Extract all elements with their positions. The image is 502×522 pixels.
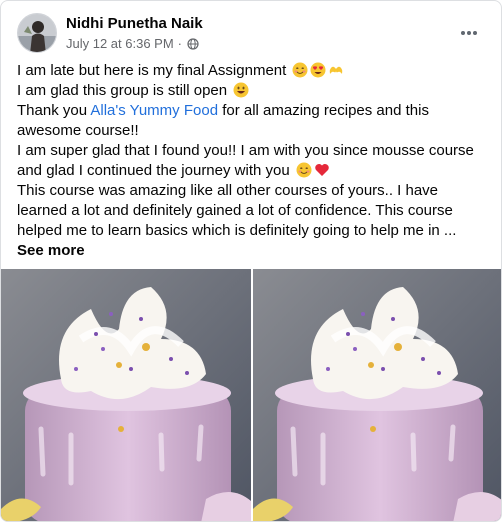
red-heart-icon: [315, 164, 329, 176]
thanks-line: Thank you Alla's Yummy Food for all amaz…: [17, 101, 489, 141]
meta-separator: ·: [177, 36, 183, 51]
post-line-text: I am late but here is my final Assignmen…: [17, 62, 287, 79]
heart-eyes-icon: [310, 62, 326, 78]
paragraph-2-text: I am super glad that I found you!! I am …: [17, 142, 474, 179]
post-timestamp[interactable]: July 12 at 6:36 PM: [66, 36, 174, 51]
post-line-text: I am glad this group is still open: [17, 82, 228, 99]
post-header: Nidhi Punetha Naik July 12 at 6:36 PM ·: [17, 13, 487, 55]
photo-grid: [1, 269, 501, 521]
globe-icon[interactable]: [187, 37, 199, 50]
heart-hands-icon: [330, 66, 343, 74]
author-avatar[interactable]: [17, 13, 57, 53]
facebook-post: Nidhi Punetha Naik July 12 at 6:36 PM · …: [0, 0, 502, 522]
thanks-text: Thank you: [17, 102, 91, 119]
cake-photo-image: [253, 269, 501, 521]
cake-photo[interactable]: [253, 269, 501, 521]
see-more-link[interactable]: See more: [17, 242, 85, 259]
author-name[interactable]: Nidhi Punetha Naik: [66, 15, 203, 32]
post-meta: July 12 at 6:36 PM ·: [66, 36, 199, 51]
smiling-face-icon: [296, 162, 312, 178]
cake-photo[interactable]: [1, 269, 251, 521]
post-line: I am late but here is my final Assignmen…: [17, 61, 489, 81]
more-options-button[interactable]: [457, 21, 481, 45]
cake-photo-image: [1, 269, 251, 521]
avatar-image: [18, 14, 56, 52]
paragraph-2: I am super glad that I found you!! I am …: [17, 141, 489, 181]
paragraph-3-text: This course was amazing like all other c…: [17, 182, 457, 239]
post-line: I am glad this group is still open: [17, 81, 489, 101]
post-body: I am late but here is my final Assignmen…: [17, 61, 489, 261]
page-mention-link[interactable]: Alla's Yummy Food: [90, 102, 218, 119]
grinning-face-icon: [233, 82, 249, 98]
smiling-face-icon: [292, 62, 308, 78]
paragraph-3: This course was amazing like all other c…: [17, 181, 489, 241]
more-options-icon: [461, 31, 477, 35]
